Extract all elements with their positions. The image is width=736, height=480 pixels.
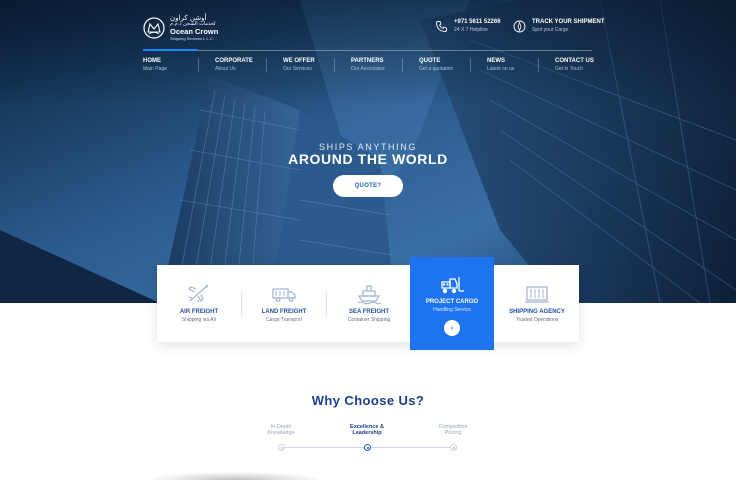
brand-name-block: أوشن كراون لخدمات الشحن ذ.م.م Ocean Crow… — [170, 15, 218, 41]
crown-logo-icon — [143, 17, 165, 39]
nav-separator — [266, 58, 267, 72]
nav-news[interactable]: NEWS Latest on us — [487, 58, 514, 74]
timeline-dot-active[interactable] — [364, 444, 371, 451]
compass-icon — [513, 20, 526, 33]
decorative-shadow — [150, 472, 320, 480]
nav-contact-us[interactable]: CONTACT US Get in Touch — [555, 58, 594, 74]
service-land-freight[interactable]: LAND FREIGHT Cargo Transport — [242, 265, 326, 342]
truck-icon — [272, 288, 296, 302]
nav-corporate[interactable]: CORPORATE About Us — [215, 58, 253, 74]
ship-icon — [357, 285, 382, 305]
nav-contact-us-sub: Get in Touch — [555, 66, 583, 72]
service-title: LAND FREIGHT — [261, 309, 307, 315]
why-choose-us-heading: Why Choose Us? — [311, 393, 425, 408]
service-sea-freight[interactable]: SEA FREIGHT Container Shipping — [327, 265, 411, 342]
chevron-right-icon: › — [450, 324, 454, 332]
services-panel: AIR FREIGHT Shipping via Air LAND FREIGH… — [157, 265, 579, 342]
timeline-dot[interactable] — [278, 444, 285, 451]
nav-active-indicator — [143, 49, 198, 51]
feature-tab-competitive-pricing[interactable]: Competitive Pricing — [418, 424, 488, 437]
nav-separator — [334, 58, 335, 72]
nav-home-label: HOME — [143, 58, 161, 64]
nav-we-offer-label: WE OFFER — [283, 58, 315, 64]
page: أوشن كراون لخدمات الشحن ذ.م.م Ocean Crow… — [0, 0, 736, 480]
track-shipment-subtitle: Spot your Cargo — [532, 27, 569, 33]
service-subtitle: Trusted Operations — [515, 317, 559, 323]
airplane-icon — [187, 284, 209, 303]
brand-logo[interactable]: أوشن كراون لخدمات الشحن ذ.م.م Ocean Crow… — [143, 15, 223, 41]
phone-icon — [436, 21, 447, 32]
nav-contact-us-label: CONTACT US — [555, 58, 594, 64]
forklift-icon — [441, 277, 464, 294]
feature-label-line-2: Knowledge — [267, 430, 295, 437]
feature-tab-excellence-leadership[interactable]: Excellence & Leadership — [332, 424, 402, 437]
quote-button[interactable]: QUOTE? — [333, 175, 403, 197]
track-shipment-link[interactable]: TRACK YOUR SHIPMENT Spot your Cargo — [513, 19, 605, 33]
service-subtitle: Container Shipping — [347, 317, 391, 323]
service-more-button[interactable]: › — [444, 320, 460, 336]
hero-tagline-headline: AROUND THE WORLD — [288, 151, 448, 167]
nav-separator — [402, 58, 403, 72]
nav-quote-sub: Get a quotation — [419, 66, 454, 72]
service-title: SEA FREIGHT — [348, 309, 390, 315]
phone-number: +971 5611 52266 — [454, 19, 501, 25]
nav-quote-label: QUOTE — [419, 58, 441, 64]
nav-quote[interactable]: QUOTE Get a quotation — [419, 58, 453, 74]
service-title: PROJECT CARGO — [425, 299, 479, 305]
timeline-dot[interactable] — [450, 444, 457, 451]
phone-subtitle: 24 X 7 Helpline — [454, 27, 488, 33]
feature-tab-in-depth-knowledge[interactable]: In-Depth Knowledge — [246, 424, 316, 437]
nav-news-label: NEWS — [487, 58, 505, 64]
service-air-freight[interactable]: AIR FREIGHT Shipping via Air — [157, 265, 241, 342]
brand-subtitle: Shipping Services L.L.C. — [170, 35, 214, 41]
nav-corporate-sub: About Us — [215, 66, 236, 72]
helpline-contact[interactable]: +971 5611 52266 24 X 7 Helpline — [435, 19, 501, 33]
hero-banner: أوشن كراون لخدمات الشحن ذ.م.م Ocean Crow… — [0, 0, 736, 303]
nav-separator — [470, 58, 471, 72]
nav-corporate-label: CORPORATE — [215, 58, 253, 64]
feature-label-line-2: Pricing — [444, 430, 462, 437]
nav-divider-line — [143, 50, 592, 51]
nav-we-offer-sub: Our Services — [283, 66, 312, 72]
nav-we-offer[interactable]: WE OFFER Our Services — [283, 58, 315, 74]
service-title: SHIPPING AGENCY — [509, 309, 565, 315]
service-title: AIR FREIGHT — [179, 309, 219, 315]
service-shipping-agency[interactable]: SHIPPING AGENCY Trusted Operations — [495, 265, 579, 342]
nav-separator — [538, 58, 539, 72]
nav-partners[interactable]: PARTNERS Our Associates — [351, 58, 385, 74]
feature-label-line-2: Leadership — [352, 430, 382, 437]
brand-name: Ocean Crown — [170, 27, 219, 37]
service-project-cargo[interactable]: PROJECT CARGO Handling Service › — [410, 257, 494, 350]
service-subtitle: Handling Service — [433, 307, 471, 313]
service-subtitle: Cargo Transport — [265, 317, 303, 323]
nav-separator — [198, 58, 199, 72]
nav-partners-label: PARTNERS — [351, 58, 384, 64]
nav-home-sub: Main Page — [143, 66, 167, 72]
container-icon — [525, 286, 549, 303]
nav-news-sub: Latest on us — [487, 66, 515, 72]
track-shipment-label: TRACK YOUR SHIPMENT — [532, 19, 605, 25]
nav-home[interactable]: HOME Main Page — [143, 58, 167, 74]
nav-partners-sub: Our Associates — [351, 66, 385, 72]
service-subtitle: Shipping via Air — [181, 317, 217, 323]
